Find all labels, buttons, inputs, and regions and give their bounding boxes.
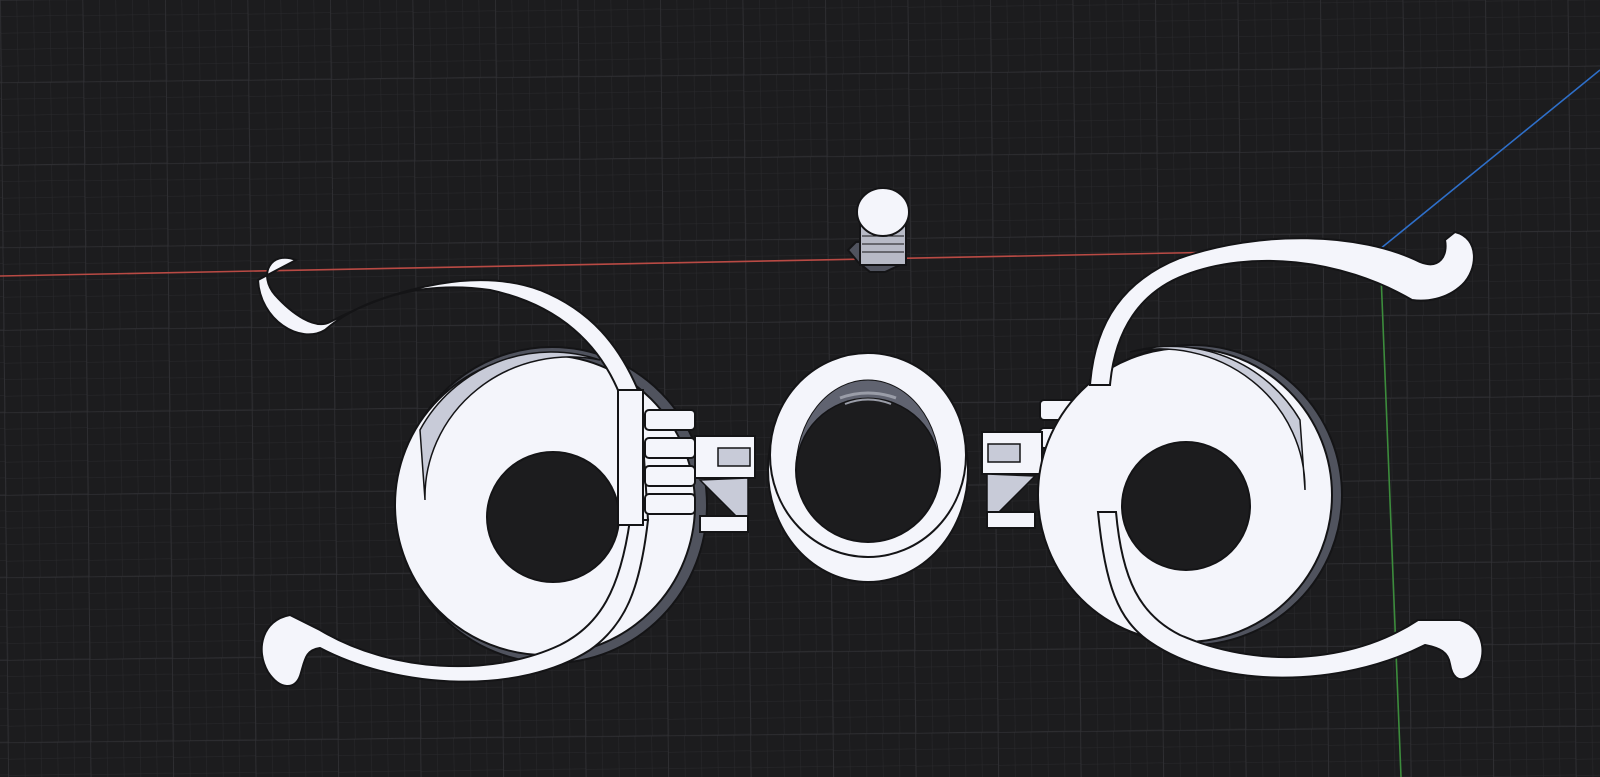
center-ring[interactable] (767, 352, 969, 583)
left-eyecup-lens-hole (486, 451, 620, 583)
right-eyecup-lens-hole (1121, 441, 1251, 571)
right-eyecup[interactable] (1037, 344, 1343, 646)
knob-cap (856, 187, 910, 237)
3d-viewport[interactable] (0, 0, 1600, 777)
model-scene[interactable] (0, 0, 1600, 777)
adjustment-knob[interactable] (846, 187, 910, 273)
